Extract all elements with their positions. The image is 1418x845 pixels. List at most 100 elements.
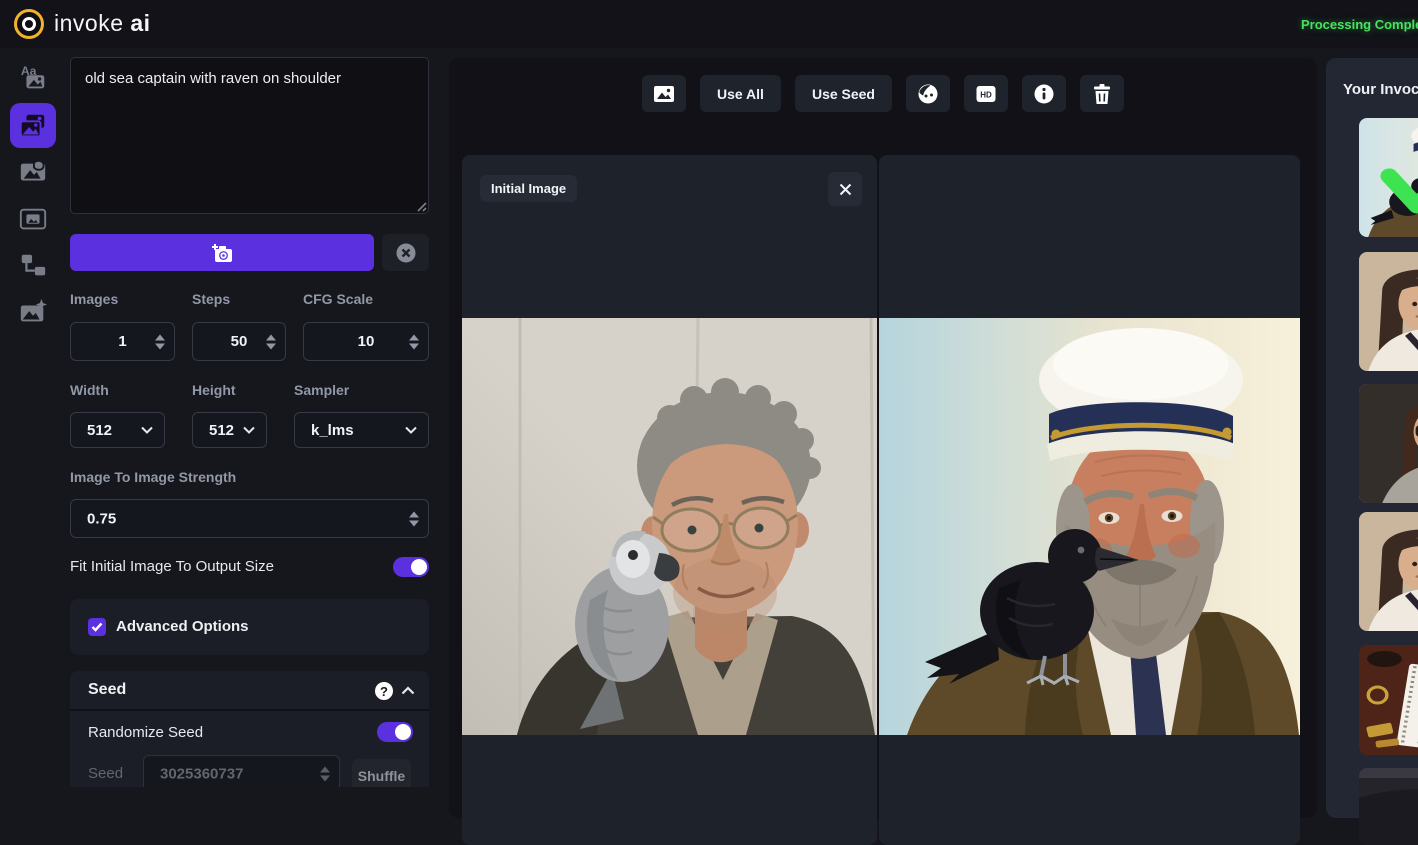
outpainting-icon bbox=[18, 204, 48, 234]
steps-label: Steps bbox=[192, 291, 230, 307]
invoke-logo-icon bbox=[14, 9, 44, 39]
seed-stepper[interactable] bbox=[320, 767, 330, 782]
tab-post-processing[interactable] bbox=[17, 296, 49, 328]
camera-plus-icon bbox=[208, 241, 236, 265]
steps-stepper[interactable] bbox=[266, 334, 276, 349]
upscale-icon: HD bbox=[975, 85, 997, 103]
seed-title: Seed bbox=[88, 681, 126, 699]
seed-card: Seed ? Randomize Seed Seed 3025360737 Sh… bbox=[70, 671, 429, 787]
close-icon bbox=[839, 183, 852, 196]
shuffle-button[interactable]: Shuffle bbox=[352, 759, 411, 787]
post-processing-icon bbox=[18, 297, 48, 327]
seed-value: 3025360737 bbox=[160, 766, 243, 783]
chevron-down-icon bbox=[405, 426, 417, 434]
advanced-options-checkbox[interactable] bbox=[88, 618, 106, 636]
width-value: 512 bbox=[87, 422, 112, 439]
info-icon bbox=[1033, 83, 1055, 105]
gallery-thumb-woman-portrait-2[interactable] bbox=[1359, 512, 1418, 631]
help-icon[interactable]: ? bbox=[375, 682, 393, 700]
cfg-scale-label: CFG Scale bbox=[303, 291, 373, 307]
images-input[interactable]: 1 bbox=[70, 322, 175, 361]
width-select[interactable]: 512 bbox=[70, 412, 165, 448]
brand-bold: ai bbox=[130, 10, 150, 36]
strength-label: Image To Image Strength bbox=[70, 469, 236, 485]
processing-status: Processing Complete bbox=[1301, 17, 1418, 32]
cfg-scale-input[interactable]: 10 bbox=[303, 322, 429, 361]
randomize-seed-label: Randomize Seed bbox=[88, 724, 203, 741]
use-seed-button[interactable]: Use Seed bbox=[795, 75, 892, 112]
strength-stepper[interactable] bbox=[409, 511, 419, 526]
sampler-value: k_lms bbox=[311, 422, 354, 439]
height-label: Height bbox=[192, 382, 236, 398]
tab-image-to-image[interactable] bbox=[10, 103, 56, 148]
images-label: Images bbox=[70, 291, 118, 307]
gallery-thumb-woman-portrait[interactable] bbox=[1359, 252, 1418, 371]
fix-faces-icon bbox=[917, 83, 939, 105]
cancel-circle-icon bbox=[395, 242, 417, 264]
delete-button[interactable] bbox=[1080, 75, 1124, 112]
gallery-thumb-captain-selected[interactable] bbox=[1359, 118, 1418, 237]
gallery-thumb-partial[interactable] bbox=[1359, 768, 1418, 845]
fit-initial-toggle[interactable] bbox=[393, 557, 429, 577]
delete-trash-icon bbox=[1092, 83, 1112, 105]
options-panel: old sea captain with raven on shoulder I… bbox=[70, 57, 429, 787]
cancel-button[interactable] bbox=[382, 234, 429, 271]
gallery-thumb-woman-glasses[interactable] bbox=[1359, 384, 1418, 503]
fit-initial-label: Fit Initial Image To Output Size bbox=[70, 558, 274, 575]
upscale-button[interactable]: HD bbox=[964, 75, 1008, 112]
result-image-panel bbox=[879, 155, 1300, 845]
seed-header[interactable]: Seed ? bbox=[70, 671, 429, 711]
tab-nodes[interactable] bbox=[17, 249, 49, 281]
invoke-button[interactable] bbox=[70, 234, 374, 271]
brand-regular: invoke bbox=[54, 10, 123, 36]
cfg-stepper[interactable] bbox=[409, 334, 419, 349]
current-image-toolbar: Use All Use Seed HD bbox=[449, 75, 1317, 112]
cfg-scale-value: 10 bbox=[358, 333, 375, 350]
width-label: Width bbox=[70, 382, 109, 398]
initial-image-photo[interactable] bbox=[462, 318, 877, 735]
result-image-photo[interactable] bbox=[879, 318, 1300, 735]
top-bar: invoke ai Processing Complete bbox=[0, 0, 1418, 48]
sampler-label: Sampler bbox=[294, 382, 349, 398]
tab-inpainting[interactable] bbox=[17, 156, 49, 188]
chevron-up-icon[interactable] bbox=[401, 686, 415, 695]
check-icon bbox=[91, 622, 103, 632]
nodes-icon bbox=[18, 250, 48, 280]
gallery-title: Your Invocations bbox=[1343, 81, 1418, 98]
image-to-image-icon bbox=[18, 111, 48, 141]
images-stepper[interactable] bbox=[155, 334, 165, 349]
text-to-image-icon: Aa bbox=[18, 63, 48, 93]
tab-outpainting[interactable] bbox=[17, 203, 49, 235]
inpainting-icon bbox=[18, 157, 48, 187]
seed-field-label: Seed bbox=[88, 765, 123, 782]
sampler-select[interactable]: k_lms bbox=[294, 412, 429, 448]
strength-value: 0.75 bbox=[87, 510, 116, 527]
chevron-down-icon bbox=[243, 426, 255, 434]
prompt-input[interactable]: old sea captain with raven on shoulder bbox=[70, 57, 429, 214]
tab-text-to-image[interactable]: Aa bbox=[17, 62, 49, 94]
initial-image-panel: Initial Image bbox=[462, 155, 877, 845]
strength-input[interactable]: 0.75 bbox=[70, 499, 429, 538]
height-value: 512 bbox=[209, 422, 234, 439]
steps-input[interactable]: 50 bbox=[192, 322, 286, 361]
advanced-options-card: Advanced Options bbox=[70, 599, 429, 655]
chevron-down-icon bbox=[141, 426, 153, 434]
initial-image-close-button[interactable] bbox=[828, 172, 862, 206]
brand-title: invoke ai bbox=[54, 10, 151, 37]
invoke-ai-app: { "app": { "brand": { "name_regular": "i… bbox=[0, 0, 1418, 787]
advanced-options-label: Advanced Options bbox=[116, 618, 249, 635]
send-to-image-button[interactable] bbox=[642, 75, 686, 112]
svg-text:HD: HD bbox=[980, 90, 992, 99]
seed-value-input[interactable]: 3025360737 bbox=[143, 755, 340, 787]
send-to-image-icon bbox=[653, 85, 675, 103]
image-workspace: Use All Use Seed HD bbox=[449, 58, 1317, 818]
randomize-seed-toggle[interactable] bbox=[377, 722, 413, 742]
fix-faces-button[interactable] bbox=[906, 75, 950, 112]
images-value: 1 bbox=[118, 333, 126, 350]
gallery-panel: Your Invocations bbox=[1326, 58, 1418, 818]
gallery-thumb-desk-sketchbook[interactable] bbox=[1359, 645, 1418, 755]
textarea-resize-handle[interactable] bbox=[415, 200, 427, 212]
use-all-button[interactable]: Use All bbox=[700, 75, 781, 112]
height-select[interactable]: 512 bbox=[192, 412, 267, 448]
details-button[interactable] bbox=[1022, 75, 1066, 112]
